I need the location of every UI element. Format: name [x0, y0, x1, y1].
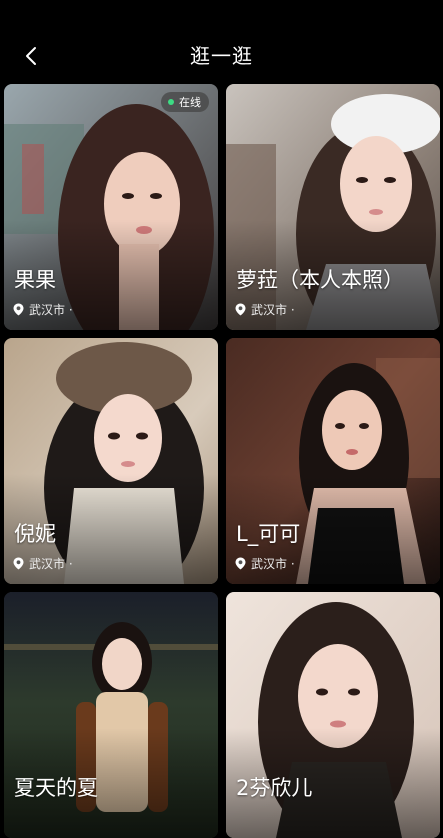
profile-card[interactable]: 倪妮 武汉市 · — [4, 338, 218, 584]
top-bar: 逛一逛 — [0, 0, 443, 84]
profile-name: 2芬欣儿 — [236, 776, 313, 800]
status-dot-icon — [168, 99, 174, 105]
profile-location: 武汉市 · — [235, 555, 295, 572]
location-pin-icon — [13, 557, 24, 570]
location-pin-icon — [13, 303, 24, 316]
profile-name: 倪妮 — [14, 522, 56, 546]
profile-location: 武汉市 · — [235, 301, 295, 318]
location-pin-icon — [235, 303, 246, 316]
profile-name: 夏天的夏 — [14, 776, 98, 800]
profile-card[interactable]: 在线 果果 武汉市 · — [4, 84, 218, 330]
online-status-badge: 在线 — [161, 92, 209, 112]
profile-location: 武汉市 · — [13, 301, 73, 318]
profile-name: 萝菈（本人本照） — [236, 268, 404, 292]
location-text: 武汉市 · — [29, 557, 73, 571]
profile-card[interactable]: 萝菈（本人本照） 武汉市 · — [226, 84, 440, 330]
profile-name: 果果 — [14, 268, 56, 292]
profile-card[interactable]: 2芬欣儿 — [226, 592, 440, 838]
profile-card[interactable]: L_可可 武汉市 · — [226, 338, 440, 584]
location-pin-icon — [235, 557, 246, 570]
profile-location: 武汉市 · — [13, 555, 73, 572]
online-label: 在线 — [179, 96, 201, 109]
profile-card[interactable]: 夏天的夏 — [4, 592, 218, 838]
profile-grid: 在线 果果 武汉市 · 萝菈（本人本照） 武汉市 · 倪妮 武汉市 · L_可可… — [4, 84, 440, 838]
page-title: 逛一逛 — [190, 44, 253, 68]
profile-name: L_可可 — [236, 522, 301, 546]
location-text: 武汉市 · — [251, 557, 295, 571]
location-text: 武汉市 · — [29, 303, 73, 317]
location-text: 武汉市 · — [251, 303, 295, 317]
